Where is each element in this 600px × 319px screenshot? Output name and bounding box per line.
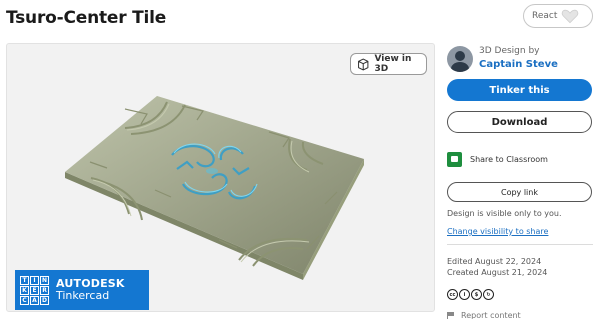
copy-link-button[interactable]: Copy link [447, 182, 592, 202]
sa-icon: ↻ [483, 289, 494, 300]
change-visibility-link[interactable]: Change visibility to share [447, 227, 548, 236]
design-by-label: 3D Design by [479, 46, 540, 56]
visibility-note: Design is visible only to you. [447, 209, 562, 218]
report-content-link[interactable]: Report content [447, 311, 521, 319]
tinkercad-logo: T I N K E R C A D AUTODESK Tinkercad [15, 270, 149, 310]
brand-tinkercad: Tinkercad [56, 289, 110, 302]
avatar[interactable] [447, 46, 473, 72]
tinker-this-button[interactable]: Tinker this [447, 79, 592, 101]
cc-icon: cc [447, 289, 458, 300]
nc-icon: $ [471, 289, 482, 300]
share-to-classroom-label: Share to Classroom [470, 155, 548, 164]
react-label: React [532, 11, 558, 21]
license-badges[interactable]: cc i $ ↻ [447, 289, 494, 300]
page-title: Tsuro-Center Tile [6, 8, 167, 28]
edited-date: Edited August 22, 2024 [447, 257, 542, 266]
view-in-3d-label: View in 3D [374, 54, 412, 74]
share-to-classroom[interactable]: Share to Classroom [447, 152, 548, 167]
download-button[interactable]: Download [447, 111, 592, 133]
report-content-label: Report content [461, 311, 521, 319]
cube-icon [358, 58, 369, 70]
react-button[interactable]: React [523, 4, 593, 28]
brand-words: AUTODESK Tinkercad [56, 278, 125, 302]
created-date: Created August 21, 2024 [447, 268, 548, 277]
by-icon: i [459, 289, 470, 300]
model-viewer[interactable]: View in 3D T I N K E R C A D AUTODESK Ti… [6, 43, 435, 312]
google-classroom-icon [447, 152, 462, 167]
tinkercad-grid-logo: T I N K E R C A D [20, 275, 49, 305]
heart-icon [561, 9, 579, 24]
view-in-3d-button[interactable]: View in 3D [350, 53, 427, 75]
divider [447, 244, 593, 245]
author-link[interactable]: Captain Steve [479, 59, 558, 70]
flag-icon [447, 311, 455, 319]
